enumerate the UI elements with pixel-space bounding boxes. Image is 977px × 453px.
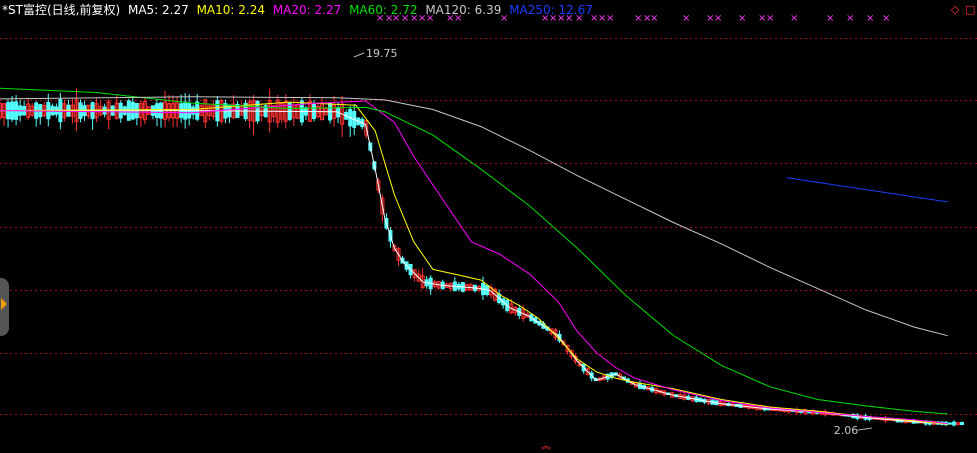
signal-marker: × [790, 13, 798, 24]
candle-body [951, 421, 956, 426]
candlestick-chart[interactable]: × ×× × × × × × × × × × × × × × × × × ×× × × × × × × × × × × ×19.752.0… [0, 0, 977, 453]
kline-chart-panel[interactable]: × × × × × × × × × × × × × × × × × × × × × × × × × × × × × × × × 19.75 2.0… [0, 0, 977, 453]
ma-line-ma250 [786, 177, 948, 203]
signal-marker: × [682, 13, 690, 24]
scroll-up-icon: ︽ [541, 441, 551, 452]
ma-line-ma60 [0, 87, 948, 415]
low-price-label: 2.06 [834, 424, 859, 437]
signal-marker: × [738, 13, 746, 24]
ma-line-ma5 [0, 110, 948, 425]
legend-ma10: MA10: 2.24 [196, 3, 265, 17]
signal-marker: × [882, 13, 890, 24]
signal-marker: × [714, 13, 722, 24]
legend-ma250: MA250: 12.67 [509, 3, 593, 17]
signal-marker: × [634, 13, 642, 24]
signal-marker: × [650, 13, 658, 24]
legend-ma5: MA5: 2.27 [127, 3, 189, 17]
signal-marker: × [866, 13, 874, 24]
legend-ma120: MA120: 6.39 [425, 3, 502, 17]
square-icon[interactable]: □ [965, 3, 975, 16]
chart-legend: *ST富控(日线,前复权) MA5: 2.27 MA10: 2.24 MA20:… [2, 3, 597, 17]
ma-line-ma10 [0, 101, 948, 425]
low-pointer [857, 427, 872, 431]
candle-body [960, 422, 964, 426]
expand-panel-handle[interactable] [0, 278, 9, 336]
ma-line-ma20 [0, 100, 948, 425]
high-price-label: 19.75 [366, 47, 398, 60]
signal-marker: × [826, 13, 834, 24]
signal-marker: × [846, 13, 854, 24]
legend-ma20: MA20: 2.27 [272, 3, 342, 17]
diamond-icon[interactable]: ◇ [951, 3, 959, 16]
signal-marker: × [766, 13, 774, 24]
candle-body [947, 422, 952, 425]
ma-line-ma120 [0, 96, 948, 337]
high-pointer [353, 52, 365, 58]
arrow-right-icon [1, 298, 7, 310]
signal-marker: × [606, 13, 614, 24]
legend-ma60: MA60: 2.72 [349, 3, 418, 17]
chart-title: *ST富控(日线,前复权) [2, 3, 121, 17]
